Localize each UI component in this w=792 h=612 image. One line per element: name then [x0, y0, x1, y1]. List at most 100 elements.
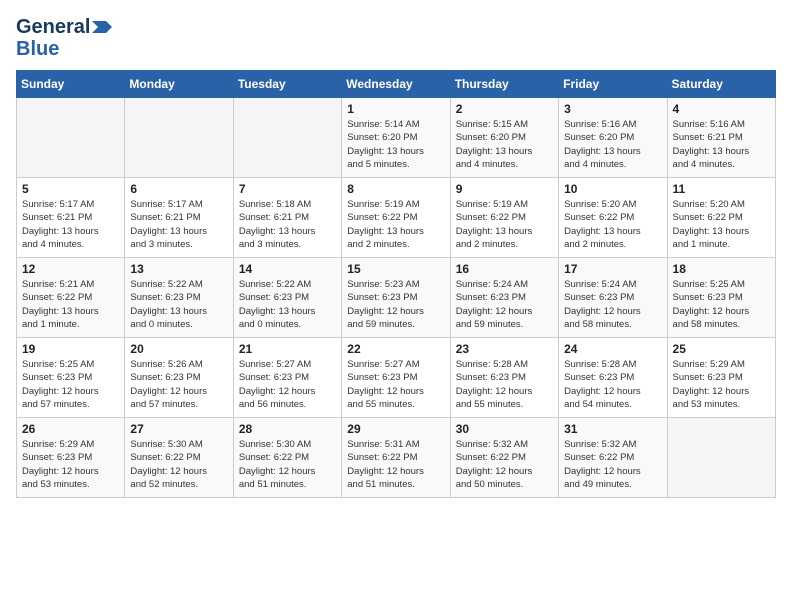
day-info: Sunrise: 5:28 AM Sunset: 6:23 PM Dayligh… — [456, 358, 553, 411]
calendar-week-row: 19 Sunrise: 5:25 AM Sunset: 6:23 PM Dayli… — [17, 338, 776, 418]
calendar-cell: 4 Sunrise: 5:16 AM Sunset: 6:21 PM Daylig… — [667, 98, 775, 178]
day-number: 5 — [22, 182, 119, 196]
day-number: 7 — [239, 182, 336, 196]
day-number: 4 — [673, 102, 770, 116]
day-number: 29 — [347, 422, 444, 436]
calendar-cell: 30 Sunrise: 5:32 AM Sunset: 6:22 PM Dayli… — [450, 418, 558, 498]
day-number: 16 — [456, 262, 553, 276]
calendar-cell — [125, 98, 233, 178]
calendar-cell: 28 Sunrise: 5:30 AM Sunset: 6:22 PM Dayli… — [233, 418, 341, 498]
calendar-cell: 20 Sunrise: 5:26 AM Sunset: 6:23 PM Dayli… — [125, 338, 233, 418]
day-info: Sunrise: 5:27 AM Sunset: 6:23 PM Dayligh… — [347, 358, 444, 411]
calendar-cell: 31Sunrise: 5:32 AM Sunset: 6:22 PM Dayli… — [559, 418, 667, 498]
day-info: Sunrise: 5:29 AM Sunset: 6:23 PM Dayligh… — [22, 438, 119, 491]
calendar-cell: 10 Sunrise: 5:20 AM Sunset: 6:22 PM Dayli… — [559, 178, 667, 258]
weekday-header: Wednesday — [342, 71, 450, 98]
logo-text: General — [16, 16, 90, 38]
day-info: Sunrise: 5:22 AM Sunset: 6:23 PM Dayligh… — [239, 278, 336, 331]
day-info: Sunrise: 5:21 AM Sunset: 6:22 PM Dayligh… — [22, 278, 119, 331]
day-info: Sunrise: 5:20 AM Sunset: 6:22 PM Dayligh… — [564, 198, 661, 251]
day-number: 11 — [673, 182, 770, 196]
calendar-cell: 7 Sunrise: 5:18 AM Sunset: 6:21 PM Daylig… — [233, 178, 341, 258]
day-info: Sunrise: 5:32 AM Sunset: 6:22 PM Dayligh… — [564, 438, 661, 491]
day-number: 9 — [456, 182, 553, 196]
day-info: Sunrise: 5:26 AM Sunset: 6:23 PM Dayligh… — [130, 358, 227, 411]
day-info: Sunrise: 5:16 AM Sunset: 6:21 PM Dayligh… — [673, 118, 770, 171]
day-info: Sunrise: 5:17 AM Sunset: 6:21 PM Dayligh… — [22, 198, 119, 251]
weekday-header: Friday — [559, 71, 667, 98]
calendar-cell: 13Sunrise: 5:22 AM Sunset: 6:23 PM Dayli… — [125, 258, 233, 338]
day-info: Sunrise: 5:25 AM Sunset: 6:23 PM Dayligh… — [22, 358, 119, 411]
day-number: 10 — [564, 182, 661, 196]
weekday-header: Sunday — [17, 71, 125, 98]
calendar-cell: 23Sunrise: 5:28 AM Sunset: 6:23 PM Dayli… — [450, 338, 558, 418]
day-info: Sunrise: 5:25 AM Sunset: 6:23 PM Dayligh… — [673, 278, 770, 331]
day-info: Sunrise: 5:22 AM Sunset: 6:23 PM Dayligh… — [130, 278, 227, 331]
calendar-cell: 15 Sunrise: 5:23 AM Sunset: 6:23 PM Dayli… — [342, 258, 450, 338]
day-number: 12 — [22, 262, 119, 276]
day-number: 8 — [347, 182, 444, 196]
day-info: Sunrise: 5:30 AM Sunset: 6:22 PM Dayligh… — [239, 438, 336, 491]
day-number: 6 — [130, 182, 227, 196]
calendar-cell: 17Sunrise: 5:24 AM Sunset: 6:23 PM Dayli… — [559, 258, 667, 338]
page-header: General Blue — [16, 16, 776, 60]
logo: General Blue — [16, 16, 112, 60]
calendar-cell: 19 Sunrise: 5:25 AM Sunset: 6:23 PM Dayli… — [17, 338, 125, 418]
logo-icon — [92, 21, 112, 33]
calendar-cell: 2 Sunrise: 5:15 AM Sunset: 6:20 PM Daylig… — [450, 98, 558, 178]
day-info: Sunrise: 5:17 AM Sunset: 6:21 PM Dayligh… — [130, 198, 227, 251]
day-info: Sunrise: 5:31 AM Sunset: 6:22 PM Dayligh… — [347, 438, 444, 491]
weekday-header: Saturday — [667, 71, 775, 98]
day-info: Sunrise: 5:30 AM Sunset: 6:22 PM Dayligh… — [130, 438, 227, 491]
calendar-cell — [667, 418, 775, 498]
day-info: Sunrise: 5:24 AM Sunset: 6:23 PM Dayligh… — [456, 278, 553, 331]
calendar-cell: 5 Sunrise: 5:17 AM Sunset: 6:21 PM Daylig… — [17, 178, 125, 258]
calendar-week-row: 5 Sunrise: 5:17 AM Sunset: 6:21 PM Daylig… — [17, 178, 776, 258]
day-number: 19 — [22, 342, 119, 356]
calendar-cell: 11Sunrise: 5:20 AM Sunset: 6:22 PM Dayli… — [667, 178, 775, 258]
calendar-cell: 9 Sunrise: 5:19 AM Sunset: 6:22 PM Daylig… — [450, 178, 558, 258]
day-number: 14 — [239, 262, 336, 276]
weekday-header: Monday — [125, 71, 233, 98]
day-info: Sunrise: 5:18 AM Sunset: 6:21 PM Dayligh… — [239, 198, 336, 251]
calendar-week-row: 1Sunrise: 5:14 AM Sunset: 6:20 PM Daylig… — [17, 98, 776, 178]
calendar-cell: 24Sunrise: 5:28 AM Sunset: 6:23 PM Dayli… — [559, 338, 667, 418]
weekday-header: Tuesday — [233, 71, 341, 98]
day-number: 21 — [239, 342, 336, 356]
calendar-table: SundayMondayTuesdayWednesdayThursdayFrid… — [16, 70, 776, 498]
day-number: 27 — [130, 422, 227, 436]
day-number: 18 — [673, 262, 770, 276]
day-info: Sunrise: 5:32 AM Sunset: 6:22 PM Dayligh… — [456, 438, 553, 491]
calendar-week-row: 12 Sunrise: 5:21 AM Sunset: 6:22 PM Dayli… — [17, 258, 776, 338]
day-info: Sunrise: 5:19 AM Sunset: 6:22 PM Dayligh… — [347, 198, 444, 251]
day-info: Sunrise: 5:15 AM Sunset: 6:20 PM Dayligh… — [456, 118, 553, 171]
day-number: 15 — [347, 262, 444, 276]
calendar-cell: 6 Sunrise: 5:17 AM Sunset: 6:21 PM Daylig… — [125, 178, 233, 258]
day-info: Sunrise: 5:19 AM Sunset: 6:22 PM Dayligh… — [456, 198, 553, 251]
day-info: Sunrise: 5:23 AM Sunset: 6:23 PM Dayligh… — [347, 278, 444, 331]
weekday-header: Thursday — [450, 71, 558, 98]
day-info: Sunrise: 5:28 AM Sunset: 6:23 PM Dayligh… — [564, 358, 661, 411]
calendar-cell: 22Sunrise: 5:27 AM Sunset: 6:23 PM Dayli… — [342, 338, 450, 418]
day-info: Sunrise: 5:14 AM Sunset: 6:20 PM Dayligh… — [347, 118, 444, 171]
calendar-cell: 27 Sunrise: 5:30 AM Sunset: 6:22 PM Dayli… — [125, 418, 233, 498]
calendar-cell: 26Sunrise: 5:29 AM Sunset: 6:23 PM Dayli… — [17, 418, 125, 498]
day-number: 3 — [564, 102, 661, 116]
logo-blue-text: Blue — [16, 38, 59, 60]
calendar-cell: 21Sunrise: 5:27 AM Sunset: 6:23 PM Dayli… — [233, 338, 341, 418]
calendar-cell: 29 Sunrise: 5:31 AM Sunset: 6:22 PM Dayli… — [342, 418, 450, 498]
day-number: 2 — [456, 102, 553, 116]
calendar-cell: 25 Sunrise: 5:29 AM Sunset: 6:23 PM Dayli… — [667, 338, 775, 418]
calendar-cell: 1Sunrise: 5:14 AM Sunset: 6:20 PM Daylig… — [342, 98, 450, 178]
calendar-cell: 16 Sunrise: 5:24 AM Sunset: 6:23 PM Dayli… — [450, 258, 558, 338]
day-number: 28 — [239, 422, 336, 436]
day-number: 25 — [673, 342, 770, 356]
calendar-cell — [17, 98, 125, 178]
calendar-cell: 3Sunrise: 5:16 AM Sunset: 6:20 PM Daylig… — [559, 98, 667, 178]
day-info: Sunrise: 5:29 AM Sunset: 6:23 PM Dayligh… — [673, 358, 770, 411]
day-number: 30 — [456, 422, 553, 436]
calendar-cell: 18 Sunrise: 5:25 AM Sunset: 6:23 PM Dayli… — [667, 258, 775, 338]
day-number: 20 — [130, 342, 227, 356]
calendar-cell: 14 Sunrise: 5:22 AM Sunset: 6:23 PM Dayli… — [233, 258, 341, 338]
day-number: 17 — [564, 262, 661, 276]
